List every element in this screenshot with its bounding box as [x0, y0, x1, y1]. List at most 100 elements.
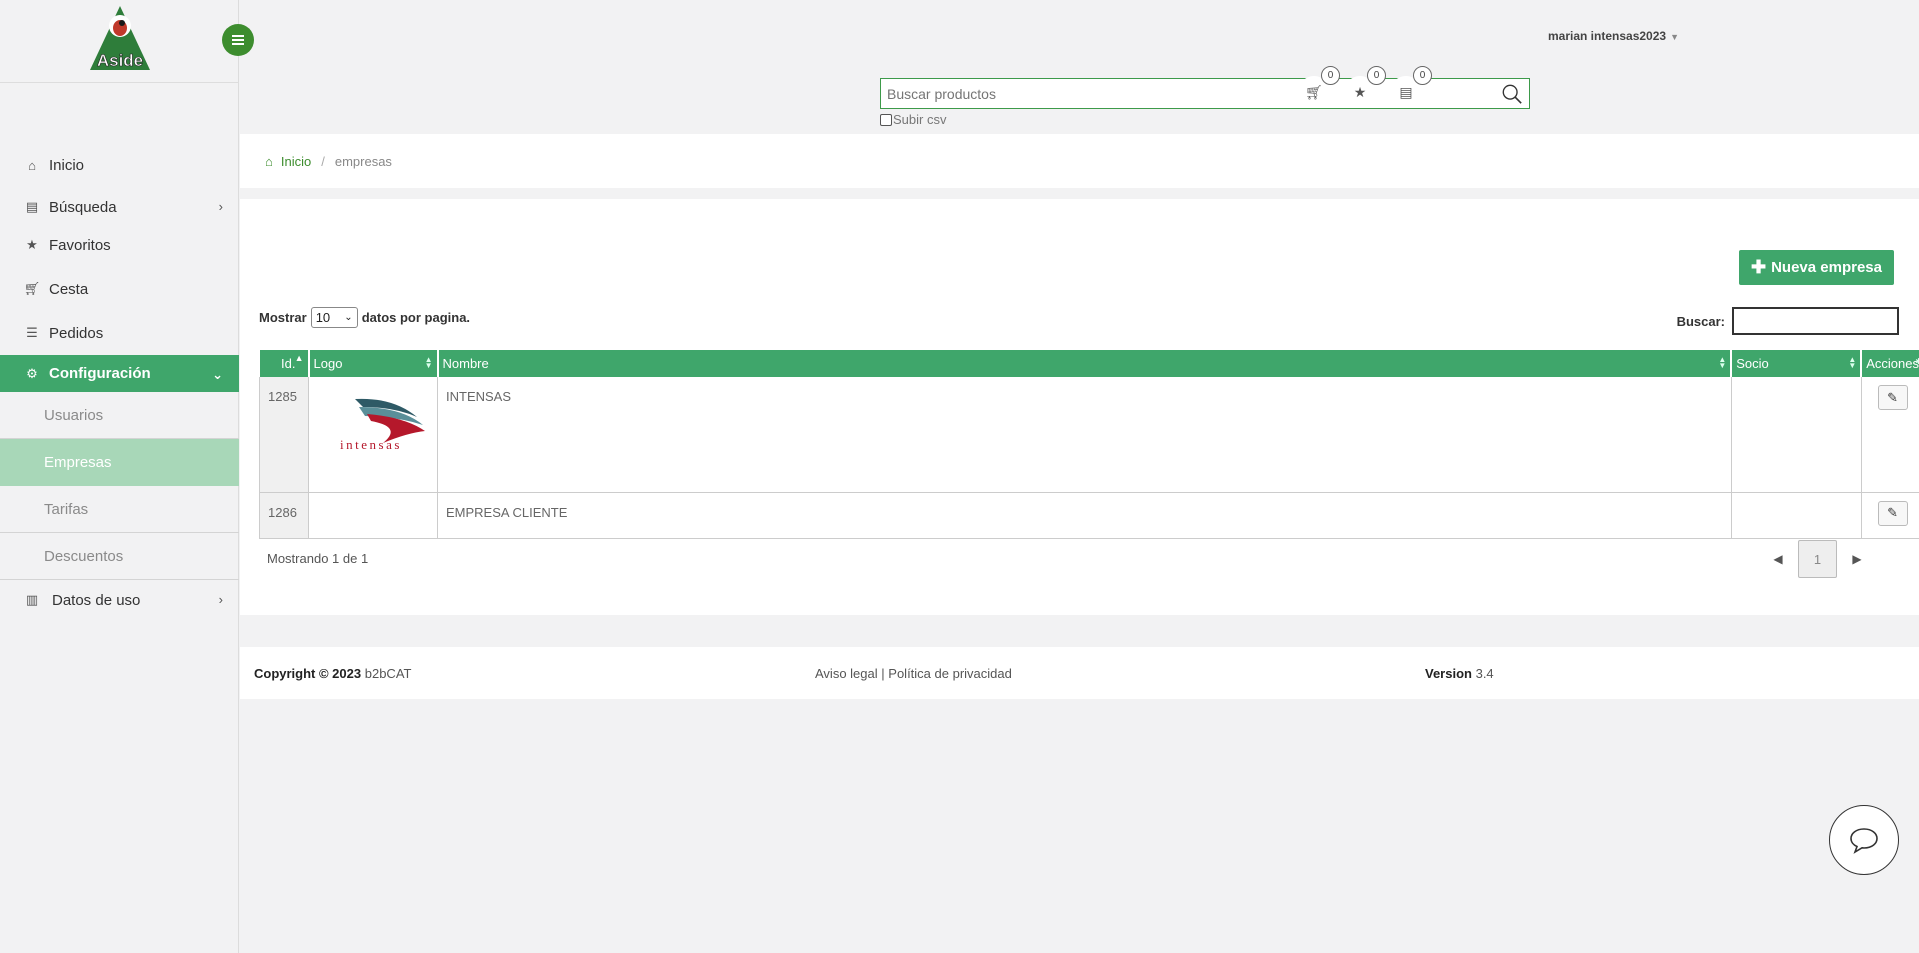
new-company-label: Nueva empresa	[1771, 259, 1882, 276]
cell-name: EMPRESA CLIENTE	[437, 492, 1732, 539]
sidebar-item-label: Pedidos	[49, 324, 104, 342]
column-label: Logo	[313, 356, 343, 371]
breadcrumb-home-link[interactable]: Inicio	[281, 154, 311, 169]
aside-logo[interactable]: Aside	[88, 4, 152, 72]
home-icon: ⌂	[28, 157, 36, 173]
search-icon[interactable]	[1501, 83, 1523, 105]
brand-link[interactable]: b2bCAT	[365, 666, 412, 681]
cogs-icon: ⚙	[26, 365, 38, 381]
sidebar-item-configuracion[interactable]: ⚙ Configuración ⌄	[0, 355, 239, 392]
column-logo[interactable]: Logo ▲ ▼	[308, 350, 439, 377]
cart-count-badge: 0	[1321, 66, 1340, 85]
menu-toggle-button[interactable]	[222, 24, 254, 56]
filter-input[interactable]	[1732, 307, 1899, 335]
caret-down-icon: ▼	[1670, 32, 1679, 42]
sidebar: Aside ⌂ Inicio ▤ Búsqueda › ★ Favoritos …	[0, 0, 239, 953]
sidebar-nav: ⌂ Inicio ▤ Búsqueda › ★ Favoritos 🛒︎ Ces…	[0, 145, 239, 620]
sidebar-item-label: Favoritos	[49, 236, 111, 254]
orders-count-badge: 0	[1413, 66, 1432, 85]
product-search-box	[880, 78, 1530, 109]
breadcrumb: ⌂ Inicio / empresas	[240, 134, 1919, 188]
column-label: Id.	[281, 356, 296, 371]
csv-label: Subir csv	[893, 112, 947, 127]
chevron-right-icon: ›	[218, 592, 223, 607]
edit-button[interactable]: ✎	[1877, 385, 1908, 410]
csv-checkbox[interactable]	[880, 113, 892, 126]
chevron-down-icon: ⌄	[212, 367, 223, 382]
column-label: Acciones	[1866, 356, 1919, 371]
intensas-logo-image: intensas	[340, 398, 425, 452]
pagination: ◀ 1 ▶	[1758, 540, 1877, 578]
page-number-button[interactable]: 1	[1798, 540, 1837, 578]
copyright: Copyright © 2023 b2bCAT	[254, 666, 411, 681]
list-icon: ▤	[1399, 83, 1413, 100]
cart-button[interactable]: 🛒︎ 0	[1298, 66, 1340, 108]
breadcrumb-separator: /	[321, 153, 325, 169]
logo-area: Aside	[0, 0, 239, 83]
privacy-policy-link[interactable]: Política de privacidad	[888, 666, 1012, 681]
cart-icon: 🛒︎	[1305, 83, 1323, 100]
sidebar-item-label: Configuración	[49, 365, 151, 382]
edit-button[interactable]: ✎	[1877, 500, 1908, 526]
chevron-down-icon: ⌄	[344, 312, 353, 323]
cell-actions: ✎	[1861, 492, 1919, 539]
hamburger-icon	[232, 39, 244, 41]
page-length-value: 10	[315, 310, 331, 325]
chat-bubble-icon	[1850, 828, 1878, 854]
legal-notice-link[interactable]: Aviso legal	[815, 666, 878, 681]
filter-label: Buscar:	[1676, 313, 1725, 329]
sidebar-item-datos-de-uso[interactable]: ▥ Datos de uso ›	[0, 580, 239, 620]
new-company-button[interactable]: ✚ Nueva empresa	[1739, 250, 1894, 285]
column-id[interactable]: Id. ▲	[259, 350, 310, 377]
page-length-select[interactable]: 10 ⌄	[310, 307, 358, 328]
column-settings-icon: ✱	[1915, 358, 1919, 366]
show-prefix: Mostrar	[259, 310, 307, 325]
version: Version 3.4	[1425, 666, 1494, 681]
column-nombre[interactable]: Nombre ▲ ▼	[437, 350, 1733, 377]
column-socio[interactable]: Socio ▲ ▼	[1731, 350, 1863, 377]
sidebar-item-busqueda[interactable]: ▤ Búsqueda ›	[0, 187, 239, 227]
next-page-icon[interactable]: ▶	[1837, 552, 1877, 566]
sidebar-item-inicio[interactable]: ⌂ Inicio	[0, 145, 239, 185]
chat-button[interactable]	[1829, 805, 1899, 875]
chevron-right-icon: ›	[218, 199, 223, 214]
sidebar-item-label: Cesta	[49, 280, 89, 298]
version-label: Version	[1425, 666, 1472, 681]
plus-icon: ✚	[1751, 257, 1767, 277]
sidebar-subitem-usuarios[interactable]: Usuarios	[0, 392, 239, 439]
sort-icon: ▲ ▼	[424, 355, 433, 370]
cell-logo: intensas	[308, 377, 438, 493]
logo-text: Aside	[97, 51, 143, 70]
table-info: Mostrando 1 de 1	[267, 551, 369, 566]
sidebar-item-cesta[interactable]: 🛒︎ Cesta	[0, 269, 239, 309]
sidebar-subitem-empresas[interactable]: Empresas	[0, 439, 239, 486]
cell-socio	[1731, 377, 1862, 493]
previous-page-icon[interactable]: ◀	[1758, 552, 1798, 566]
user-menu[interactable]: marian intensas2023 ▼	[1548, 29, 1679, 43]
orders-button[interactable]: ▤ 0	[1390, 66, 1432, 108]
column-acciones[interactable]: Acciones✱	[1861, 350, 1919, 377]
version-number: 3.4	[1475, 666, 1494, 681]
star-icon: ★	[1353, 83, 1367, 100]
companies-card: ✚ Nueva empresa Mostrar 10 ⌄ datos por pa…	[240, 199, 1919, 615]
sidebar-item-favoritos[interactable]: ★ Favoritos	[0, 225, 239, 265]
sidebar-subitem-tarifas[interactable]: Tarifas	[0, 486, 239, 533]
companies-table: Id.▲ Logo ▲▼ Nombre ▲▼ Socio ▲▼ Acciones✱ 1…	[259, 350, 1919, 539]
favorites-button[interactable]: ★ 0	[1344, 66, 1386, 108]
cell-name: INTENSAS	[437, 377, 1732, 493]
book-icon: ▤	[25, 199, 39, 214]
sidebar-item-label: Inicio	[49, 156, 85, 174]
sidebar-subitem-descuentos[interactable]: Descuentos	[0, 533, 239, 580]
column-label: Socio	[1736, 356, 1769, 371]
show-suffix: datos por pagina.	[361, 310, 471, 325]
page-length-control: Mostrar 10 ⌄ datos por pagina.	[259, 307, 470, 328]
sidebar-item-pedidos[interactable]: ☰ Pedidos	[0, 313, 239, 353]
cart-icon: 🛒︎	[23, 281, 41, 296]
sidebar-item-label: Búsqueda	[49, 198, 117, 216]
sort-asc-icon: ▲	[294, 353, 304, 363]
csv-upload: Subir csv	[880, 112, 946, 127]
sort-icon: ▲ ▼	[1718, 355, 1727, 370]
footer-divider: |	[881, 666, 885, 681]
list-icon: ☰	[26, 325, 38, 340]
top-bar: marian intensas2023▼ Subir csv 🛒︎ 0 ★ 0 …	[240, 0, 1919, 134]
